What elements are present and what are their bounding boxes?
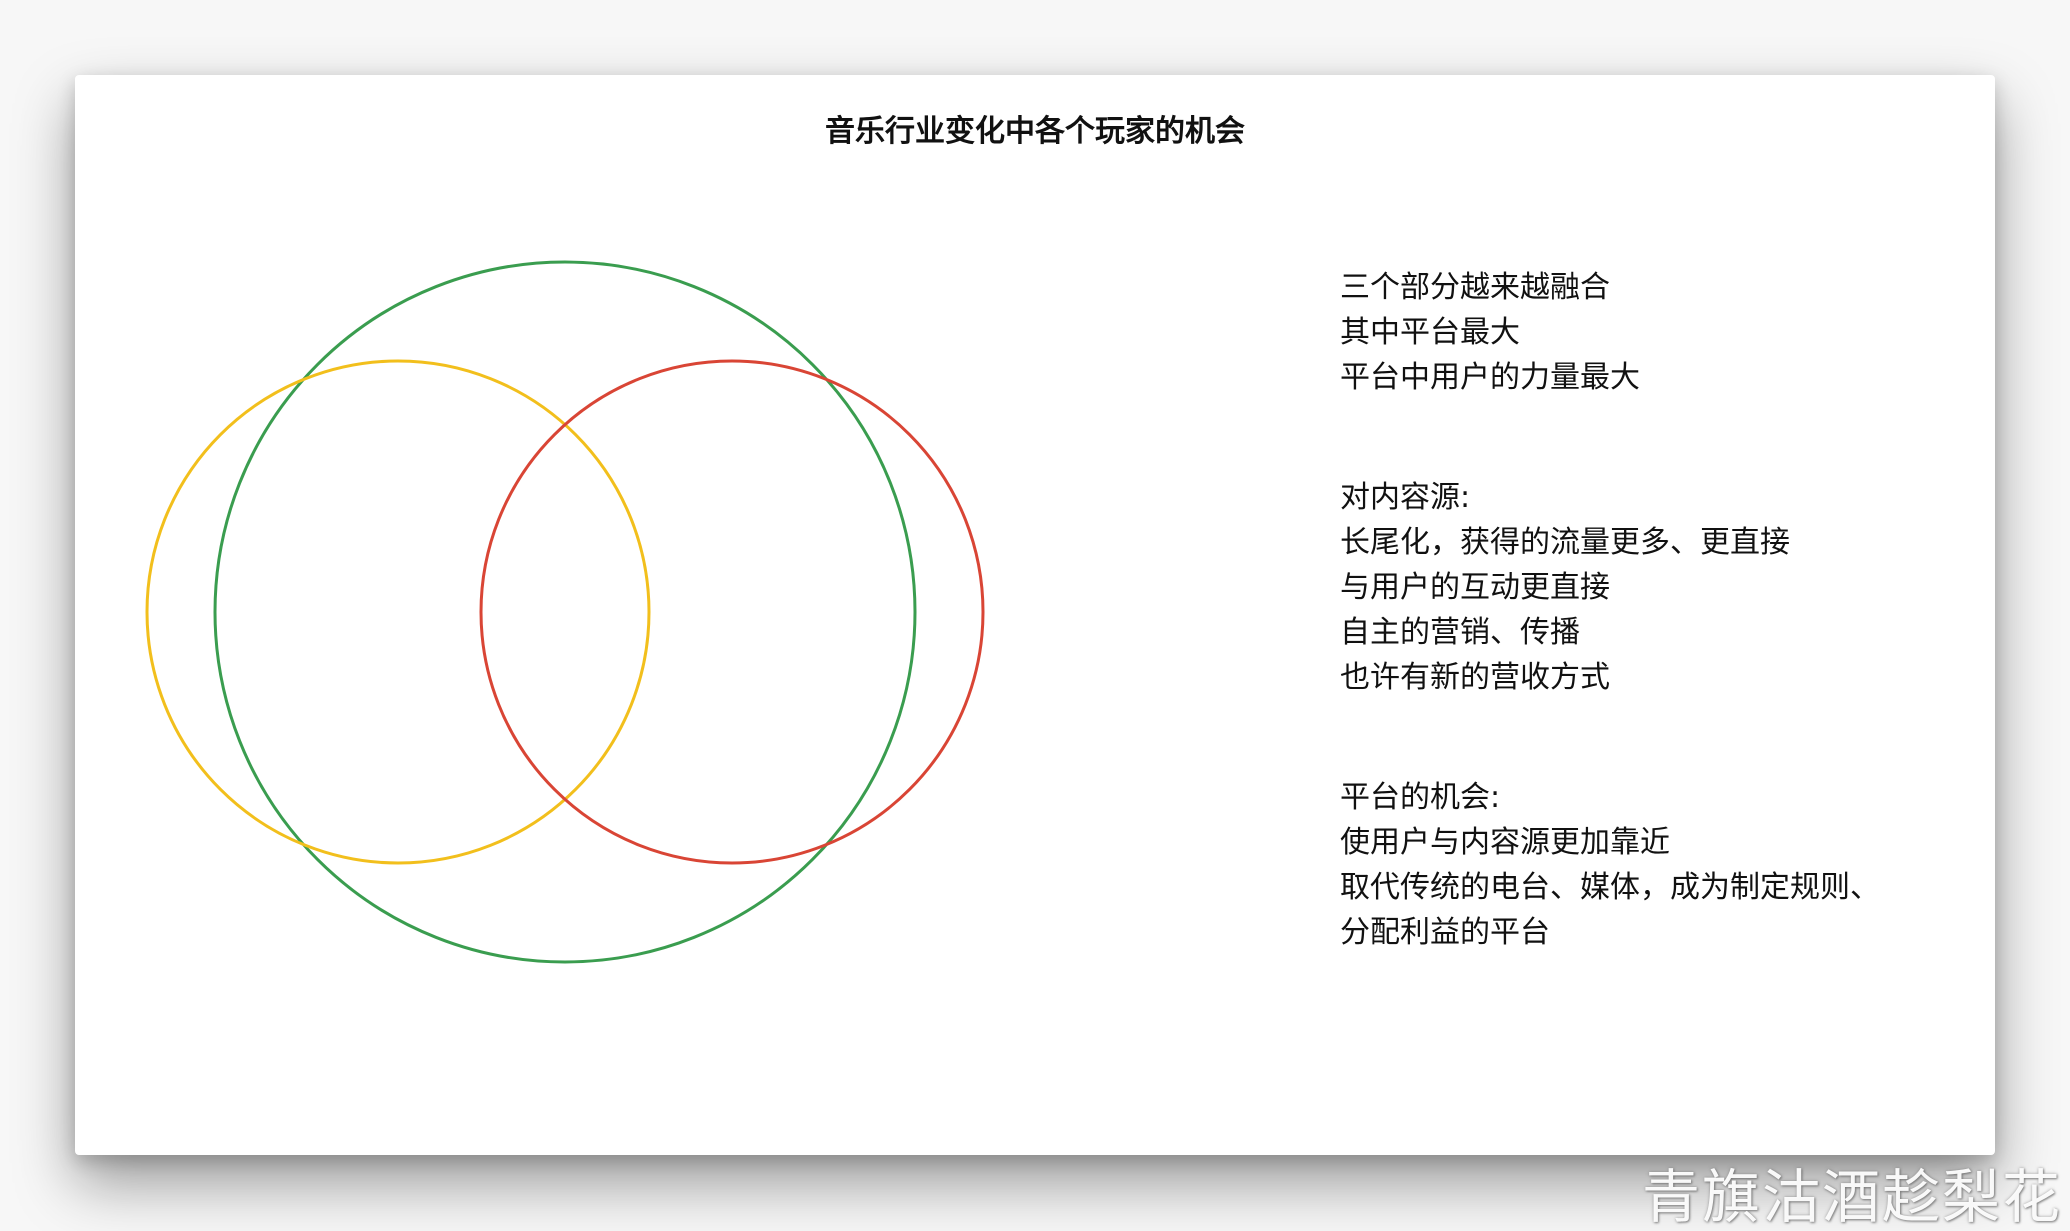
notes-group-platform: 平台的机会: 使用户与内容源更加靠近 取代传统的电台、媒体，成为制定规则、 分配… [1340,775,1980,955]
note-line: 取代传统的电台、媒体，成为制定规则、 [1340,870,1880,905]
note-line: 自主的营销、传播 [1340,615,1580,650]
note-line: 使用户与内容源更加靠近 [1340,825,1670,860]
note-heading: 平台的机会: [1340,780,1501,815]
note-line: 也许有新的营收方式 [1340,660,1610,695]
note-line: 平台中用户的力量最大 [1340,360,1640,395]
circle-platform [213,260,917,964]
note-line: 长尾化，获得的流量更多、更直接 [1340,525,1790,560]
slide-card: 音乐行业变化中各个玩家的机会 三个部分越来越融合 其中平台最大 平台中用户的力量… [75,75,1995,1155]
notes-panel: 三个部分越来越融合 其中平台最大 平台中用户的力量最大 对内容源: 长尾化，获得… [1340,265,1980,1030]
note-line: 其中平台最大 [1340,315,1520,350]
note-line: 与用户的互动更直接 [1340,570,1610,605]
note-heading: 对内容源: [1340,480,1471,515]
circle-right [479,359,985,865]
watermark: 青旗沽酒趁梨花 [1641,1163,2062,1231]
note-line: 分配利益的平台 [1340,915,1550,950]
circle-left [145,359,651,865]
notes-group-content-source: 对内容源: 长尾化，获得的流量更多、更直接 与用户的互动更直接 自主的营销、传播… [1340,475,1980,700]
notes-group-summary: 三个部分越来越融合 其中平台最大 平台中用户的力量最大 [1340,265,1980,400]
note-line: 三个部分越来越融合 [1340,270,1610,305]
